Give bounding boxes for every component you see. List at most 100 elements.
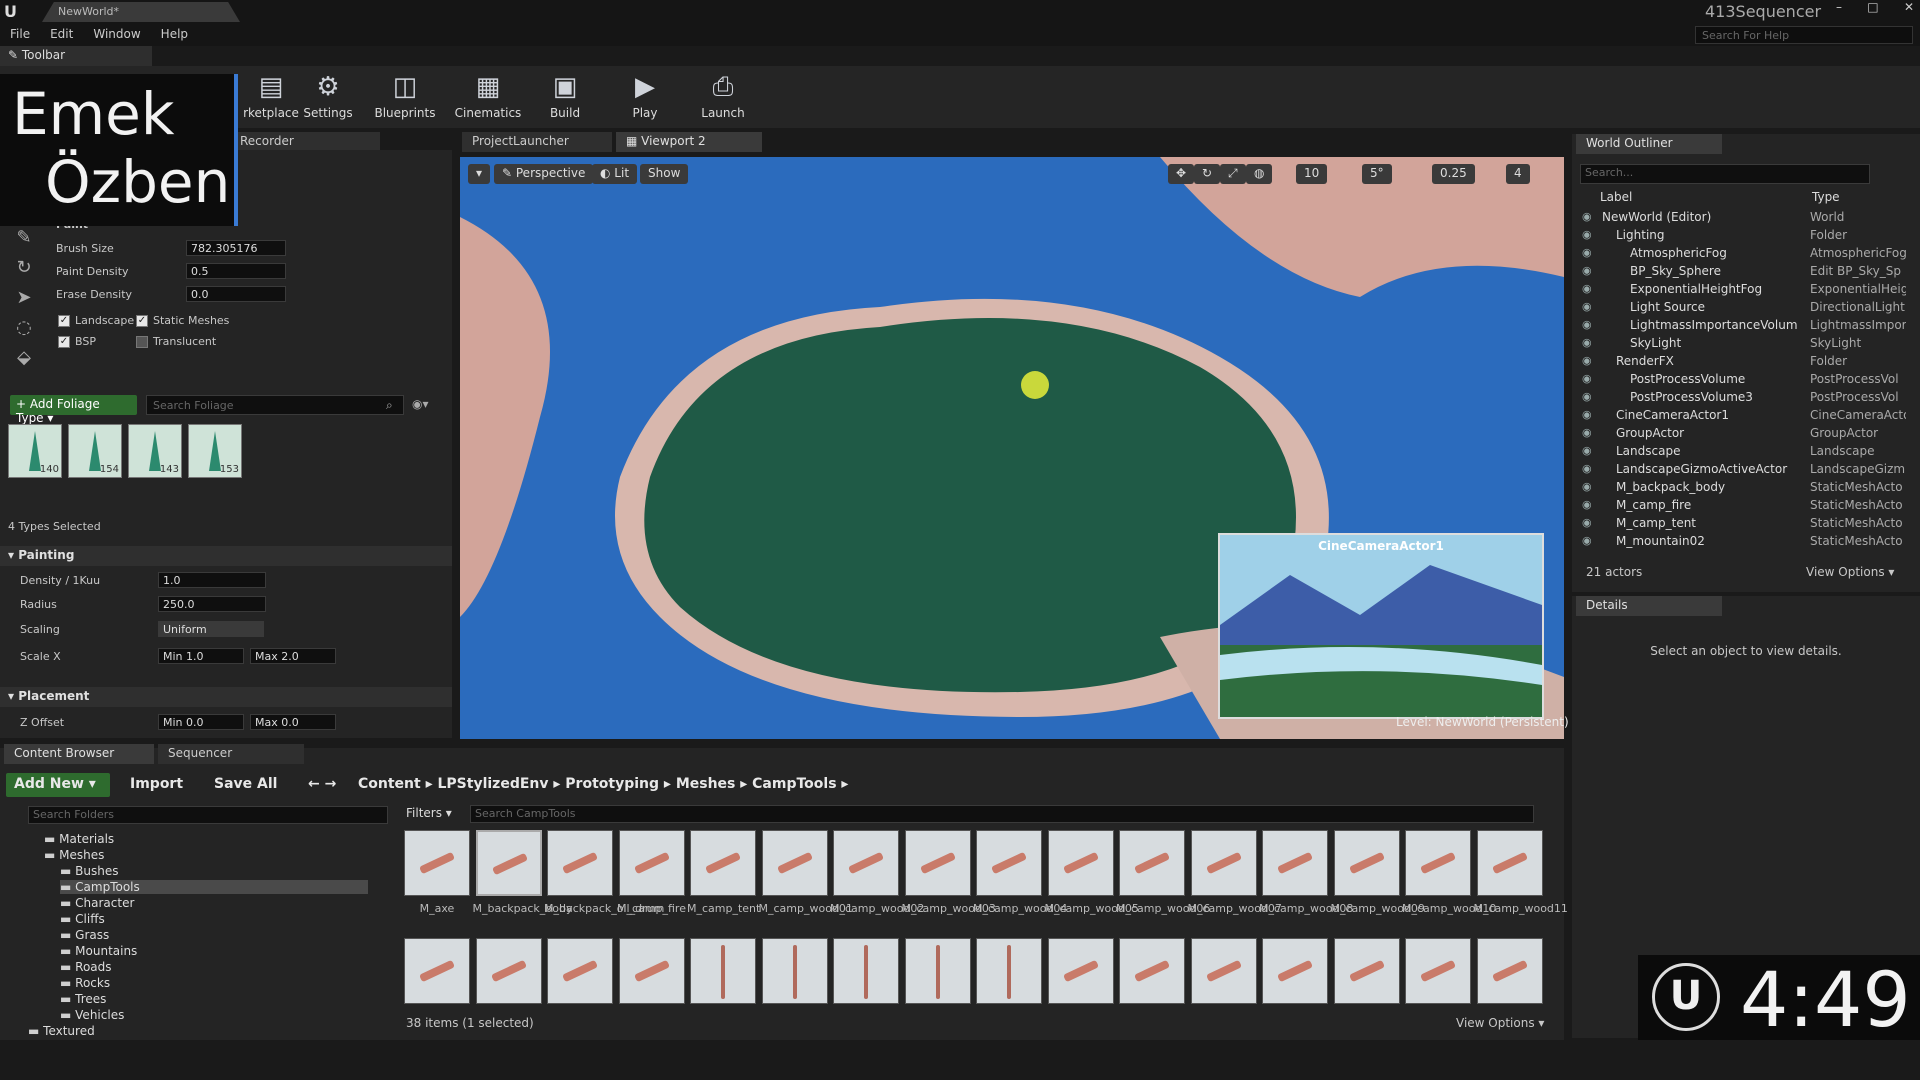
asset-tile[interactable] xyxy=(904,830,971,896)
search-assets-input[interactable]: Search CampTools xyxy=(470,805,1534,823)
launch-button[interactable]: ⎙ Launch xyxy=(688,70,758,126)
outliner-row[interactable]: ◉ Landscape Landscape xyxy=(1578,444,1908,462)
back-forward-icon[interactable]: ← → xyxy=(300,773,344,797)
eye-icon[interactable]: ◉▾ xyxy=(412,397,429,411)
scale-x-max-field[interactable]: Max 2.0 xyxy=(250,648,336,664)
bsp-checkbox[interactable]: ✓ xyxy=(58,336,70,348)
outliner-row[interactable]: ◉ GroupActor GroupActor xyxy=(1578,426,1908,444)
outliner-search-input[interactable]: Search... xyxy=(1580,164,1870,184)
asset-tile[interactable] xyxy=(547,830,613,896)
folder-item[interactable]: ▬ Character xyxy=(60,896,368,910)
folder-item[interactable]: ▬ Bushes xyxy=(60,864,368,878)
folder-item[interactable]: ▬ Materials xyxy=(44,832,368,846)
scale-snap-value[interactable]: 0.25 xyxy=(1432,164,1475,184)
label-column-header[interactable]: Label xyxy=(1600,190,1632,204)
visibility-eye-icon[interactable]: ◉ xyxy=(1582,282,1592,295)
translucent-checkbox[interactable] xyxy=(136,336,148,348)
filter-static-meshes[interactable]: ✓ Static Meshes xyxy=(136,314,229,327)
asset-tile[interactable] xyxy=(1333,830,1400,896)
asset-tile[interactable] xyxy=(1476,830,1543,896)
breadcrumb-item[interactable]: Meshes xyxy=(676,776,736,792)
breadcrumb-item[interactable]: LPStylizedEnv xyxy=(438,776,549,792)
outliner-row[interactable]: ◉ M_backpack_body StaticMeshActo xyxy=(1578,480,1908,498)
visibility-eye-icon[interactable]: ◉ xyxy=(1582,228,1592,241)
folder-item[interactable]: ▬ Mountains xyxy=(60,944,368,958)
visibility-eye-icon[interactable]: ◉ xyxy=(1582,498,1592,511)
cinematics-button[interactable]: ▦ Cinematics xyxy=(453,70,523,126)
visibility-eye-icon[interactable]: ◉ xyxy=(1582,408,1592,421)
folder-item[interactable]: ▬ Vehicles xyxy=(60,1008,368,1022)
tab-project-launcher[interactable]: ProjectLauncher xyxy=(462,132,612,152)
minimize-button[interactable]: – xyxy=(1836,0,1842,16)
visibility-eye-icon[interactable]: ◉ xyxy=(1582,264,1592,277)
world-icon[interactable]: ◍ xyxy=(1246,164,1273,184)
asset-tile[interactable] xyxy=(1333,938,1400,1004)
landscape-checkbox[interactable]: ✓ xyxy=(58,315,70,327)
visibility-eye-icon[interactable]: ◉ xyxy=(1582,372,1592,385)
folder-item[interactable]: ▬ Cliffs xyxy=(60,912,368,926)
asset-tile[interactable] xyxy=(833,938,899,1004)
tab-recorder[interactable]: Recorder xyxy=(230,132,380,152)
asset-tile[interactable] xyxy=(904,938,971,1004)
filter-bsp[interactable]: ✓ BSP xyxy=(58,335,96,348)
close-button[interactable]: ✕ xyxy=(1904,0,1914,16)
breadcrumb-item[interactable]: CampTools xyxy=(752,776,836,792)
menu-edit[interactable]: Edit xyxy=(40,24,83,46)
scaling-dropdown[interactable]: Uniform xyxy=(158,621,264,637)
visibility-eye-icon[interactable]: ◉ xyxy=(1582,246,1592,259)
outliner-row[interactable]: ◉ LandscapeGizmoActiveActor LandscapeGizm xyxy=(1578,462,1908,480)
folder-item[interactable]: ▬ Meshes xyxy=(44,848,368,862)
visibility-eye-icon[interactable]: ◉ xyxy=(1582,534,1592,547)
folder-item[interactable]: ▬ Textured xyxy=(28,1024,368,1038)
outliner-row[interactable]: ◉ NewWorld (Editor) World xyxy=(1578,210,1908,228)
fill-tool-icon[interactable]: ⬙ xyxy=(12,346,36,370)
asset-tile[interactable] xyxy=(404,938,470,1004)
asset-tile[interactable] xyxy=(1405,938,1471,1004)
asset-tile[interactable] xyxy=(547,938,613,1004)
asset-tile[interactable] xyxy=(833,830,899,896)
asset-tile[interactable] xyxy=(1405,830,1471,896)
foliage-type-thumb[interactable]: 140 xyxy=(8,424,62,478)
brush-size-field[interactable]: 782.305176 xyxy=(186,240,286,256)
density-field[interactable]: 1.0 xyxy=(158,572,266,588)
select-tool-icon[interactable]: ➤ xyxy=(12,286,36,310)
add-foliage-type-button[interactable]: + Add Foliage Type ▾ xyxy=(10,395,137,425)
show-button[interactable]: Show xyxy=(640,164,689,184)
outliner-row[interactable]: ◉ PostProcessVolume3 PostProcessVol xyxy=(1578,390,1908,408)
asset-tile[interactable] xyxy=(475,830,542,896)
asset-tile[interactable] xyxy=(976,938,1042,1004)
z-offset-max-field[interactable]: Max 0.0 xyxy=(250,714,336,730)
outliner-row[interactable]: ◉ PostProcessVolume PostProcessVol xyxy=(1578,372,1908,390)
foliage-type-thumb[interactable]: 153 xyxy=(188,424,242,478)
outliner-view-options-button[interactable]: View Options ▾ xyxy=(1806,565,1894,579)
rotate-icon[interactable]: ↻ xyxy=(1194,164,1221,184)
filter-landscape[interactable]: ✓ Landscape xyxy=(58,314,134,327)
visibility-eye-icon[interactable]: ◉ xyxy=(1582,300,1592,313)
outliner-row[interactable]: ◉ M_mountain02 StaticMeshActo xyxy=(1578,534,1908,552)
tab-world-outliner[interactable]: World Outliner xyxy=(1576,134,1722,154)
visibility-eye-icon[interactable]: ◉ xyxy=(1582,480,1592,493)
folder-item[interactable]: ▬ Rocks xyxy=(60,976,368,990)
outliner-row[interactable]: ◉ Light Source DirectionalLight xyxy=(1578,300,1908,318)
breadcrumb-item[interactable]: Prototyping xyxy=(565,776,659,792)
toolbar-tab[interactable]: ✎ Toolbar xyxy=(0,46,152,66)
save-all-button[interactable]: Save All xyxy=(206,773,285,797)
outliner-row[interactable]: ◉ AtmosphericFog AtmosphericFog xyxy=(1578,246,1908,264)
painting-section-header[interactable]: ▾ Painting xyxy=(0,546,452,566)
asset-tile[interactable] xyxy=(1047,938,1114,1004)
document-tab[interactable]: NewWorld* xyxy=(42,2,240,22)
filters-button[interactable]: Filters ▾ xyxy=(406,806,452,820)
visibility-eye-icon[interactable]: ◉ xyxy=(1582,516,1592,529)
visibility-eye-icon[interactable]: ◉ xyxy=(1582,426,1592,439)
folder-item[interactable]: ▬ Roads xyxy=(60,960,368,974)
folder-item[interactable]: ▬ CampTools xyxy=(60,880,368,894)
outliner-row[interactable]: ◉ BP_Sky_Sphere Edit BP_Sky_Sp xyxy=(1578,264,1908,282)
paint-tool-icon[interactable]: ✎ xyxy=(12,226,36,250)
visibility-eye-icon[interactable]: ◉ xyxy=(1582,210,1592,223)
breadcrumb-item[interactable]: Content xyxy=(358,776,421,792)
tab-details[interactable]: Details xyxy=(1576,596,1722,616)
asset-tile[interactable] xyxy=(976,830,1042,896)
scale-icon[interactable]: ⤢ xyxy=(1220,164,1246,184)
tab-content-browser[interactable]: Content Browser xyxy=(4,744,154,764)
outliner-row[interactable]: ◉ RenderFX Folder xyxy=(1578,354,1908,372)
